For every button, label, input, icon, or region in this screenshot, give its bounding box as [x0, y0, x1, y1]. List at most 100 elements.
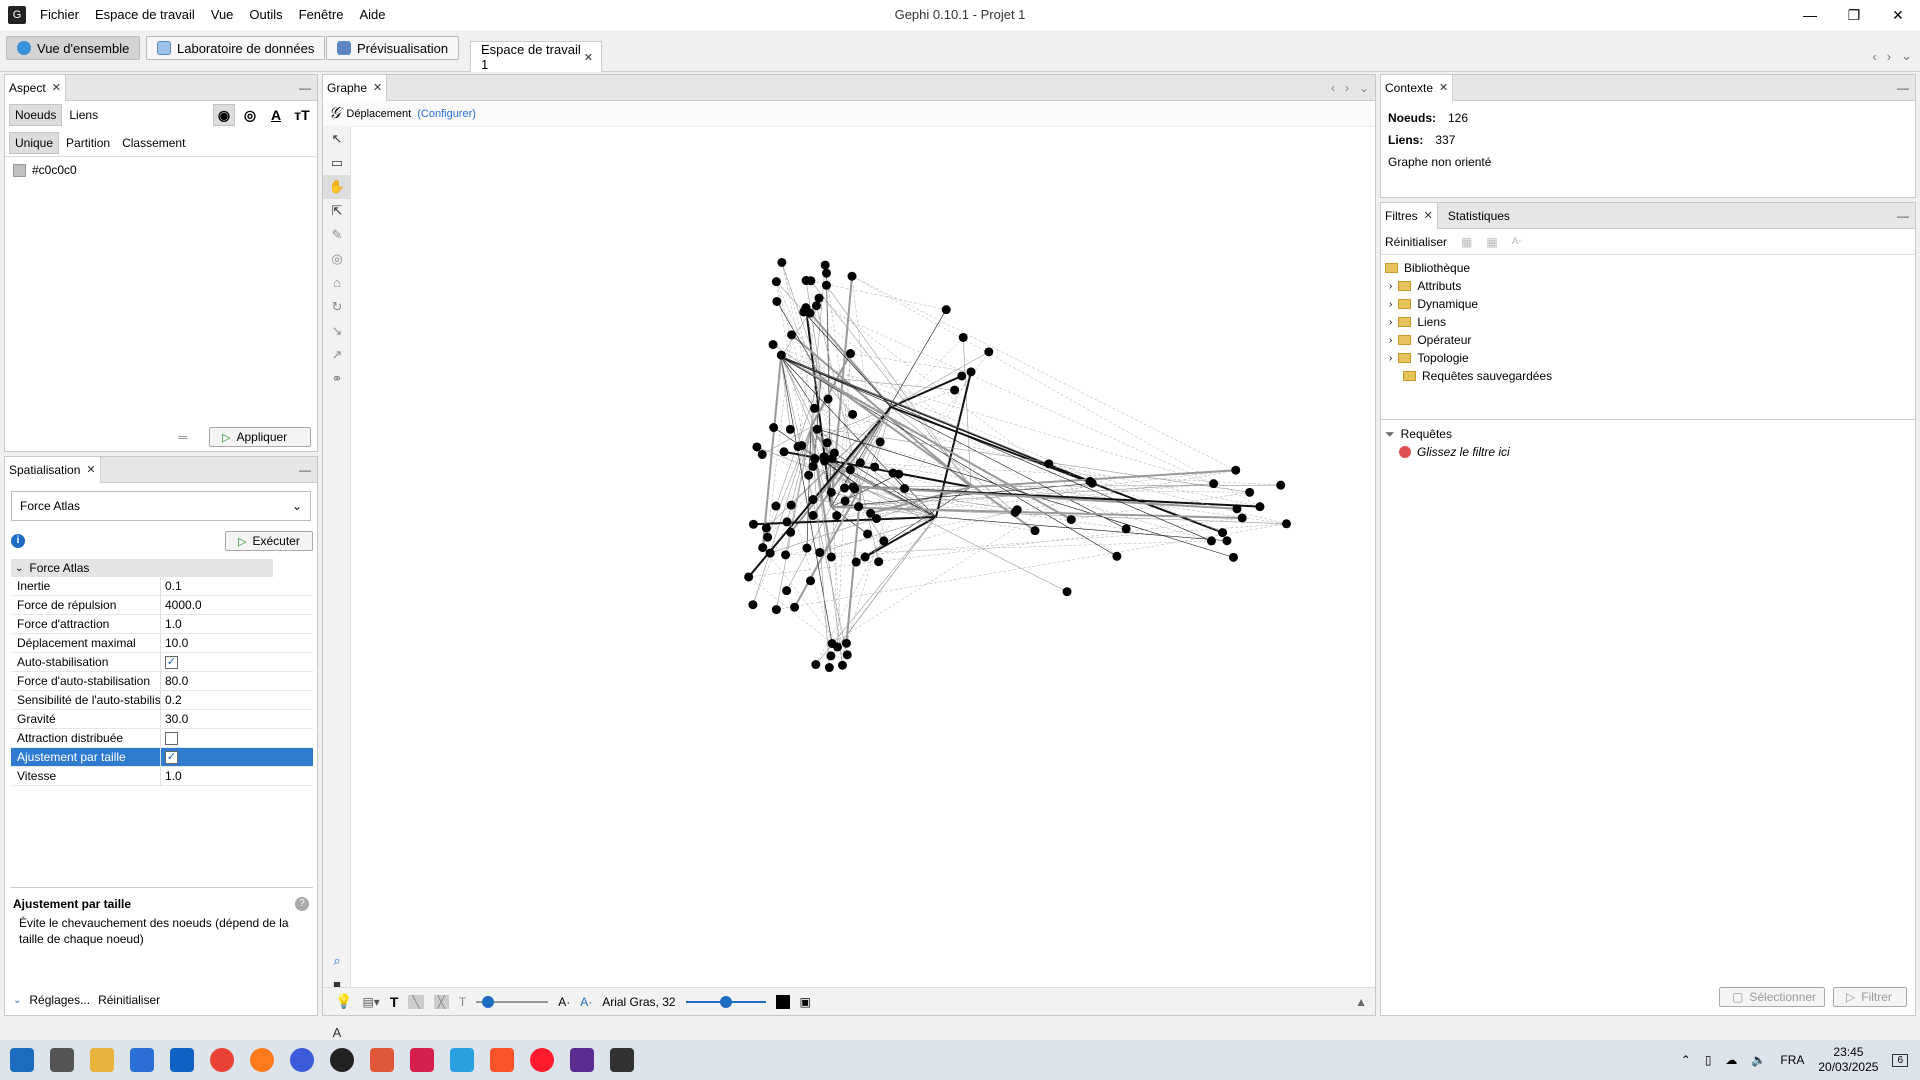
- property-row[interactable]: Force d'attraction 1.0: [11, 615, 313, 634]
- property-value[interactable]: 1.0: [161, 615, 313, 633]
- graph-node[interactable]: [1121, 524, 1131, 534]
- filter-button[interactable]: ▷ Filtrer: [1833, 987, 1907, 1007]
- property-row[interactable]: Gravité 30.0: [11, 710, 313, 729]
- tab-classement[interactable]: Classement: [117, 133, 190, 153]
- graph-node[interactable]: [821, 268, 831, 278]
- graph-node[interactable]: [1010, 507, 1020, 517]
- app-icon[interactable]: [450, 1048, 474, 1072]
- graph-node[interactable]: [1112, 551, 1122, 561]
- graph-node[interactable]: [748, 600, 758, 610]
- close-icon[interactable]: ✕: [52, 81, 61, 94]
- menu-aide[interactable]: Aide: [351, 0, 393, 30]
- chevron-right-icon[interactable]: ›: [1345, 81, 1349, 95]
- chevron-left-icon[interactable]: ‹: [1872, 49, 1876, 64]
- graph-node[interactable]: [840, 496, 850, 506]
- graph-node[interactable]: [842, 650, 852, 660]
- minimize-icon[interactable]: —: [299, 81, 311, 95]
- run-button[interactable]: ▷ Exécuter: [225, 531, 313, 551]
- library-item[interactable]: › Dynamique: [1385, 295, 1911, 313]
- minimize-icon[interactable]: —: [1897, 209, 1909, 223]
- graph-node[interactable]: [870, 462, 880, 472]
- outlook-icon[interactable]: [170, 1048, 194, 1072]
- tab-statistiques[interactable]: Statistiques: [1438, 203, 1514, 229]
- graph-node[interactable]: [874, 557, 884, 567]
- graph-node[interactable]: [866, 508, 876, 518]
- graph-node[interactable]: [786, 500, 796, 510]
- label-color-icon[interactable]: A: [265, 104, 287, 126]
- auto-stabilisation-checkbox[interactable]: ✓: [165, 656, 178, 670]
- font-label[interactable]: Arial Gras, 32: [602, 995, 675, 1009]
- graph-node[interactable]: [1228, 552, 1238, 562]
- graph-node[interactable]: [855, 458, 865, 468]
- graph-node[interactable]: [790, 602, 800, 612]
- graph-node[interactable]: [950, 385, 960, 395]
- configure-link[interactable]: (Configurer): [417, 108, 476, 120]
- graph-node[interactable]: [771, 277, 781, 287]
- property-row[interactable]: Attraction distribuée: [11, 729, 313, 748]
- notification-icon[interactable]: 6: [1892, 1053, 1908, 1067]
- minimize-icon[interactable]: —: [1897, 81, 1909, 95]
- property-value[interactable]: 1.0: [161, 767, 313, 785]
- property-row-selected[interactable]: Ajustement par taille ✓: [11, 748, 313, 767]
- graph-node[interactable]: [1231, 465, 1241, 475]
- overview-button[interactable]: Vue d'ensemble: [6, 36, 141, 60]
- tab-unique[interactable]: Unique: [9, 131, 60, 154]
- ajustement-taille-checkbox[interactable]: ✓: [165, 751, 178, 765]
- graph-node[interactable]: [1030, 526, 1040, 536]
- graph-node[interactable]: [763, 532, 773, 542]
- graph-node[interactable]: [860, 552, 870, 562]
- brave-icon[interactable]: [490, 1048, 514, 1072]
- gephi-taskbar-icon[interactable]: [610, 1048, 634, 1072]
- graph-node[interactable]: [1222, 536, 1232, 546]
- graph-node[interactable]: [847, 271, 857, 281]
- graph-node[interactable]: [765, 548, 775, 558]
- tab-graphe[interactable]: Graphe ✕: [323, 74, 388, 101]
- graph-node[interactable]: [1066, 515, 1076, 525]
- graph-node[interactable]: [786, 527, 796, 537]
- app-icon[interactable]: [410, 1048, 434, 1072]
- graph-node[interactable]: [761, 523, 771, 533]
- app-icon[interactable]: [570, 1048, 594, 1072]
- edge-weight-slider[interactable]: [476, 995, 549, 1008]
- graph-node[interactable]: [1218, 528, 1228, 538]
- graph-node[interactable]: [768, 340, 778, 350]
- graph-node[interactable]: [782, 586, 792, 596]
- graph-node[interactable]: [758, 543, 768, 553]
- tab-partition[interactable]: Partition: [61, 133, 115, 153]
- graph-node[interactable]: [1281, 519, 1291, 529]
- graph-node[interactable]: [957, 371, 967, 381]
- graph-node[interactable]: [863, 529, 873, 539]
- graph-node[interactable]: [771, 501, 781, 511]
- chevron-down-icon[interactable]: ⌄: [1901, 48, 1912, 64]
- graph-node[interactable]: [1087, 478, 1097, 488]
- drag-hand-icon[interactable]: ✋: [323, 175, 351, 199]
- lightbulb-icon[interactable]: 💡: [335, 993, 352, 1010]
- menu-vue[interactable]: Vue: [203, 0, 242, 30]
- app-icon[interactable]: [370, 1048, 394, 1072]
- graph-node[interactable]: [826, 552, 836, 562]
- graph-node[interactable]: [1237, 513, 1247, 523]
- close-icon[interactable]: ✕: [373, 81, 382, 94]
- graph-node[interactable]: [824, 663, 834, 673]
- chevron-right-icon[interactable]: ›: [1389, 317, 1392, 328]
- graph-node[interactable]: [832, 642, 842, 652]
- graph-node[interactable]: [810, 454, 820, 464]
- color-swatch[interactable]: [13, 163, 26, 177]
- rect-select-icon[interactable]: ▭: [323, 151, 351, 175]
- chevron-right-icon[interactable]: ›: [1389, 335, 1392, 346]
- chevron-left-icon[interactable]: ‹: [1331, 81, 1335, 95]
- tab-liens[interactable]: Liens: [64, 105, 103, 125]
- graph-node[interactable]: [744, 572, 754, 582]
- palette-icon[interactable]: ◉: [213, 104, 235, 126]
- rotate-icon[interactable]: ↻: [323, 295, 351, 319]
- graph-node[interactable]: [1245, 487, 1255, 497]
- show-labels-icon[interactable]: T: [390, 994, 399, 1010]
- property-row[interactable]: Vitesse 1.0: [11, 767, 313, 786]
- property-row[interactable]: Auto-stabilisation ✓: [11, 653, 313, 672]
- graph-node[interactable]: [806, 576, 816, 586]
- graph-node[interactable]: [821, 280, 831, 290]
- graph-node[interactable]: [848, 482, 858, 492]
- graph-node[interactable]: [1062, 587, 1072, 597]
- graph-node[interactable]: [846, 349, 856, 359]
- label-color-swatch[interactable]: [775, 994, 790, 1009]
